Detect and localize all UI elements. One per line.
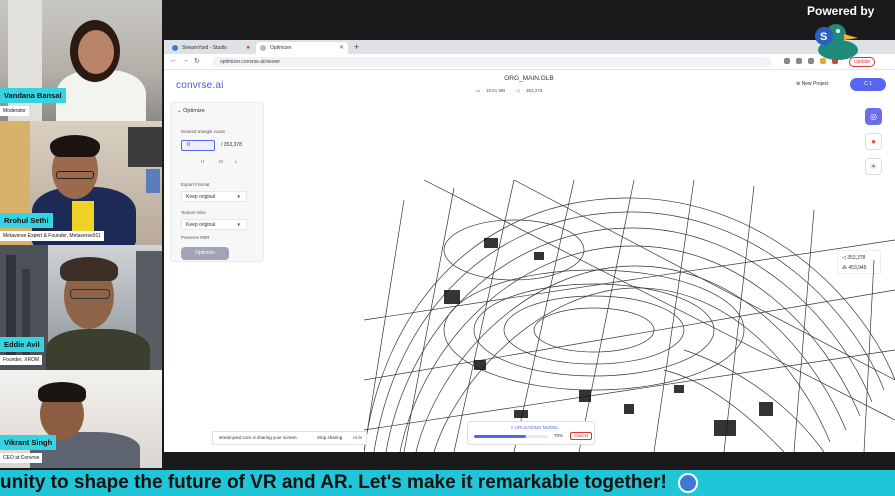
browser-tab-label: StreamYard - Studio: [182, 45, 227, 51]
panel-title-label: Optimize: [183, 108, 205, 114]
upload-label: ⇧ UPLOADING MODEL: [510, 425, 559, 430]
recording-dot-icon: ●: [246, 45, 250, 51]
file-title: ORG_MAIN.GLB: [504, 75, 554, 82]
new-project-label: New Project: [801, 81, 829, 87]
texture-size-select[interactable]: Keep original ▾: [181, 219, 247, 230]
upload-progress-fill: [474, 435, 526, 438]
participant-role: CEO at Convrse: [0, 453, 43, 463]
chevron-down-icon: ▾: [237, 222, 240, 228]
new-project-button[interactable]: ⊕ New Project: [796, 81, 829, 87]
hide-button[interactable]: Hide: [353, 432, 362, 444]
chevron-down-icon: ▾: [237, 194, 240, 200]
triangle-icon: ◁: [516, 88, 520, 93]
participant-tile: Eddie Avil Founder, XROM: [0, 245, 162, 370]
export-format-value: Keep original: [186, 194, 216, 200]
cancel-upload-button[interactable]: Cancel: [570, 432, 593, 440]
news-ticker: unity to shape the future of VR and AR. …: [0, 470, 895, 496]
screen-share: StreamYard - Studio ● Optimizer ✕ + ← → …: [164, 40, 895, 452]
triangle-total: / 353,378: [221, 142, 242, 148]
stop-sharing-button[interactable]: Stop sharing: [317, 432, 342, 444]
optimize-panel: ⌄ Optimize Desired triangle count 0 / 35…: [170, 102, 264, 262]
export-format-select[interactable]: Keep original ▾: [181, 191, 247, 202]
triangle-count-label: Desired triangle count: [181, 129, 225, 134]
optimize-panel-title[interactable]: ⌄ Optimize: [177, 108, 205, 114]
triangle-total-value: 353,378: [223, 142, 242, 148]
streamyard-watermark: StreamYard: [795, 64, 873, 80]
back-icon[interactable]: ←: [170, 57, 177, 64]
participant-tile: Vandana Bansal Moderator: [0, 0, 162, 121]
extension-icon[interactable]: [784, 58, 790, 64]
address-bar: ← → ↻ optimizer.convrse.ai/viewer Update: [164, 54, 895, 70]
preserve-pbr-label[interactable]: Preserve PBR: [181, 235, 210, 240]
upload-progress-bar: [474, 435, 548, 438]
participant-role: Founder, XROM: [0, 355, 43, 365]
globe-view-icon[interactable]: ◎: [865, 108, 882, 125]
participant-name: Vandana Bansal: [0, 88, 66, 103]
reload-icon[interactable]: ↻: [194, 57, 200, 65]
upload-progress-card: ⇧ UPLOADING MODEL 70% Cancel: [467, 421, 595, 445]
streamyard-favicon-icon: [172, 45, 178, 51]
participant-name: Vikrant Singh: [0, 435, 57, 450]
preset-high[interactable]: H: [201, 159, 204, 164]
browser-tab-bar: StreamYard - Studio ● Optimizer ✕ +: [164, 40, 895, 54]
powered-by-label: Powered by: [807, 4, 875, 18]
preset-low[interactable]: L: [235, 159, 238, 164]
browser-tab[interactable]: StreamYard - Studio ●: [168, 42, 254, 54]
triangle-stat: 353,378: [526, 88, 543, 93]
file-icon: ▭: [476, 88, 481, 93]
triangle-count-input[interactable]: 0: [181, 140, 215, 151]
url-field[interactable]: optimizer.convrse.ai/viewer: [212, 57, 772, 67]
participant-tile: Vikrant Singh CEO at Convrse: [0, 370, 162, 468]
globe-icon: [678, 473, 698, 493]
wireframe-model[interactable]: [364, 180, 895, 452]
browser-tab-active[interactable]: Optimizer ✕: [256, 42, 348, 54]
upload-percent: 70%: [554, 433, 564, 438]
streamyard-duck-logo: S: [815, 24, 858, 60]
file-size: 10.51 MB: [486, 88, 506, 93]
stream-canvas: Vandana Bansal Moderator Rrohul Sethi Me…: [0, 0, 895, 496]
participant-name: Eddie Avil: [0, 337, 44, 352]
participant-role: Moderator: [0, 106, 29, 116]
new-tab-button[interactable]: +: [354, 41, 359, 54]
lightbulb-icon[interactable]: ☀: [865, 158, 882, 175]
page-favicon-icon: [260, 45, 266, 51]
convrse-logo[interactable]: convrse.ai: [176, 80, 224, 91]
app-header: convrse.ai ORG_MAIN.GLB ▭ 10.51 MB ◁ 353…: [164, 70, 895, 100]
participant-name: Rrohul Sethi: [0, 213, 53, 228]
texture-size-value: Keep original: [186, 222, 216, 228]
close-tab-icon[interactable]: ✕: [339, 42, 344, 54]
share-notice-text: streamyard.com is sharing your screen.: [219, 435, 298, 440]
svg-text:S: S: [820, 31, 827, 43]
preset-medium[interactable]: M: [219, 159, 223, 164]
participant-tile: Rrohul Sethi Metaverse Expert & Founder,…: [0, 121, 162, 245]
screen-share-notice: streamyard.com is sharing your screen. S…: [212, 431, 367, 445]
forward-icon[interactable]: →: [182, 57, 189, 64]
ticker-text: unity to shape the future of VR and AR. …: [0, 472, 667, 493]
browser-tab-label: Optimizer: [270, 45, 292, 51]
material-icon[interactable]: ●: [865, 133, 882, 150]
upload-label-text: UPLOADING MODEL: [515, 425, 559, 430]
participant-role: Metaverse Expert & Founder, Metaverse911: [0, 231, 104, 241]
optimize-button[interactable]: Optimize: [181, 247, 229, 260]
texture-size-label: Texture Size: [181, 210, 206, 215]
export-format-label: Export Format: [181, 182, 210, 187]
